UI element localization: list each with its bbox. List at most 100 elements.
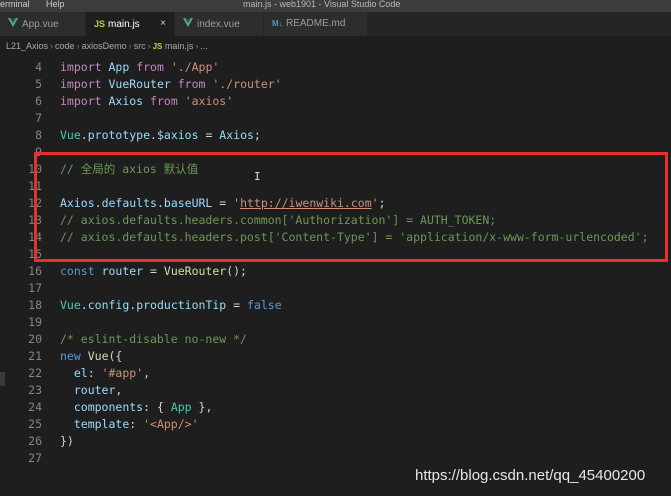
code-line[interactable]: 4 import App from './App' xyxy=(0,59,671,76)
code-line[interactable]: 11 xyxy=(0,178,671,195)
code-text: // 全局的 axios 默认值 xyxy=(60,161,198,178)
code-token: }) xyxy=(60,434,74,448)
code-line[interactable]: 26}) xyxy=(0,433,671,450)
breadcrumb-item[interactable]: axiosDemo xyxy=(82,41,127,51)
code-token: = xyxy=(143,264,164,278)
code-line[interactable]: 24 components: { App }, xyxy=(0,399,671,416)
breadcrumb-item[interactable]: main.js xyxy=(165,41,194,51)
code-line[interactable]: 27 xyxy=(0,450,671,467)
code-token: baseURL xyxy=(163,196,213,210)
code-token: http://iwenwiki.com xyxy=(240,196,372,210)
line-number: 24 xyxy=(28,400,42,414)
code-line[interactable]: 23 router, xyxy=(0,382,671,399)
code-token: // 全局的 axios 默认值 xyxy=(60,162,199,176)
tab-main-js[interactable]: JS main.js × xyxy=(86,12,175,36)
code-token: = xyxy=(212,196,234,210)
code-text: Axios.defaults.baseURL = 'http://iwenwik… xyxy=(60,195,386,212)
code-token: config xyxy=(87,298,130,312)
code-line[interactable]: 9 xyxy=(0,144,671,161)
tab-index-vue[interactable]: index.vue xyxy=(175,12,264,36)
watermark: https://blog.csdn.net/qq_45400200 xyxy=(415,467,646,484)
code-line[interactable]: 7 xyxy=(0,110,671,127)
code-text: Vue.prototype.$axios = Axios; xyxy=(60,127,261,144)
breadcrumb-item[interactable]: L21_Axios xyxy=(6,41,48,51)
tab-app-vue[interactable]: App.vue xyxy=(0,12,86,36)
line-number: 7 xyxy=(35,111,42,125)
code-line[interactable]: 22 el: '#app', xyxy=(0,365,671,382)
code-text: const router = VueRouter(); xyxy=(60,263,247,280)
code-line[interactable]: 8 Vue.prototype.$axios = Axios; xyxy=(0,127,671,144)
code-line[interactable]: 20 /* eslint-disable no-new */ xyxy=(0,331,671,348)
code-token: defaults xyxy=(101,196,157,210)
code-line[interactable]: 15 xyxy=(0,246,671,263)
code-line[interactable]: 14 // axios.defaults.headers.post['Conten… xyxy=(0,229,671,246)
code-token: }, xyxy=(191,400,213,414)
code-text: import Axios from 'axios' xyxy=(60,93,233,110)
code-token: import xyxy=(60,60,102,74)
breadcrumb-item[interactable]: code xyxy=(55,41,75,51)
code-text: import App from './App' xyxy=(60,59,219,76)
menu-help[interactable]: Help xyxy=(46,0,65,10)
code-token: import xyxy=(60,77,102,91)
vue-icon xyxy=(183,12,197,36)
code-token: VueRouter xyxy=(108,77,171,91)
line-number: 15 xyxy=(28,247,42,261)
folding-gutter-marker xyxy=(0,372,5,386)
code-editor[interactable]: 4 import App from './App' 5 import VueRoute… xyxy=(0,56,671,496)
markdown-icon: M↓ xyxy=(272,19,283,28)
code-token: productionTip xyxy=(136,298,227,312)
close-icon[interactable]: × xyxy=(160,12,166,36)
breadcrumb-item[interactable]: src xyxy=(134,41,146,51)
code-line[interactable]: 21 new Vue({ xyxy=(0,348,671,365)
code-line[interactable]: 12 Axios.defaults.baseURL = 'http://iwenw… xyxy=(0,195,671,212)
code-text: /* eslint-disable no-new */ xyxy=(60,331,247,348)
code-token: App xyxy=(108,60,130,74)
code-token: , xyxy=(115,383,123,397)
breadcrumb-separator: › xyxy=(128,41,132,51)
code-line[interactable]: 25 template: '<App/>' xyxy=(0,416,671,433)
code-token: ({ xyxy=(108,349,123,363)
code-token: from xyxy=(150,94,178,108)
breadcrumb-separator: › xyxy=(195,41,199,51)
line-number: 16 xyxy=(28,264,42,278)
code-line[interactable]: 5 import VueRouter from './router' xyxy=(0,76,671,93)
tab-label: index.vue xyxy=(197,19,240,30)
code-token: = xyxy=(198,128,220,142)
code-line[interactable]: 6 import Axios from 'axios' xyxy=(0,93,671,110)
code-token: . xyxy=(80,128,88,142)
line-number: 18 xyxy=(28,298,42,312)
code-line[interactable]: 18 Vue.config.productionTip = false xyxy=(0,297,671,314)
breadcrumb-separator: › xyxy=(147,41,151,51)
code-token: = xyxy=(226,298,247,312)
code-text: el: '#app', xyxy=(60,365,150,382)
vue-icon xyxy=(8,12,22,36)
line-number: 11 xyxy=(28,179,42,193)
code-token: Axios xyxy=(108,94,144,108)
breadcrumb-item[interactable]: ... xyxy=(200,41,208,51)
line-number: 5 xyxy=(35,77,42,91)
tab-readme-md[interactable]: M↓ README.md xyxy=(264,12,368,36)
code-token: . xyxy=(156,196,164,210)
code-line[interactable]: 17 xyxy=(0,280,671,297)
line-number: 8 xyxy=(35,128,42,142)
tab-label: README.md xyxy=(286,18,346,29)
code-token: $axios xyxy=(156,128,199,142)
line-number: 25 xyxy=(28,417,42,431)
code-token: Axios xyxy=(219,128,254,142)
code-line[interactable]: 16 const router = VueRouter(); xyxy=(0,263,671,280)
line-number: 9 xyxy=(35,145,42,159)
menu-terminal[interactable]: erminal xyxy=(0,0,30,10)
code-token: prototype xyxy=(87,128,151,142)
line-number: 27 xyxy=(28,451,42,465)
line-number: 17 xyxy=(28,281,42,295)
code-line[interactable]: 10 // 全局的 axios 默认值 xyxy=(0,161,671,178)
code-line[interactable]: 13 // axios.defaults.headers.common['Auth… xyxy=(0,212,671,229)
code-token: , xyxy=(143,366,151,380)
code-token: el xyxy=(73,366,88,380)
code-line[interactable]: 19 xyxy=(0,314,671,331)
tab-label: App.vue xyxy=(22,19,59,30)
